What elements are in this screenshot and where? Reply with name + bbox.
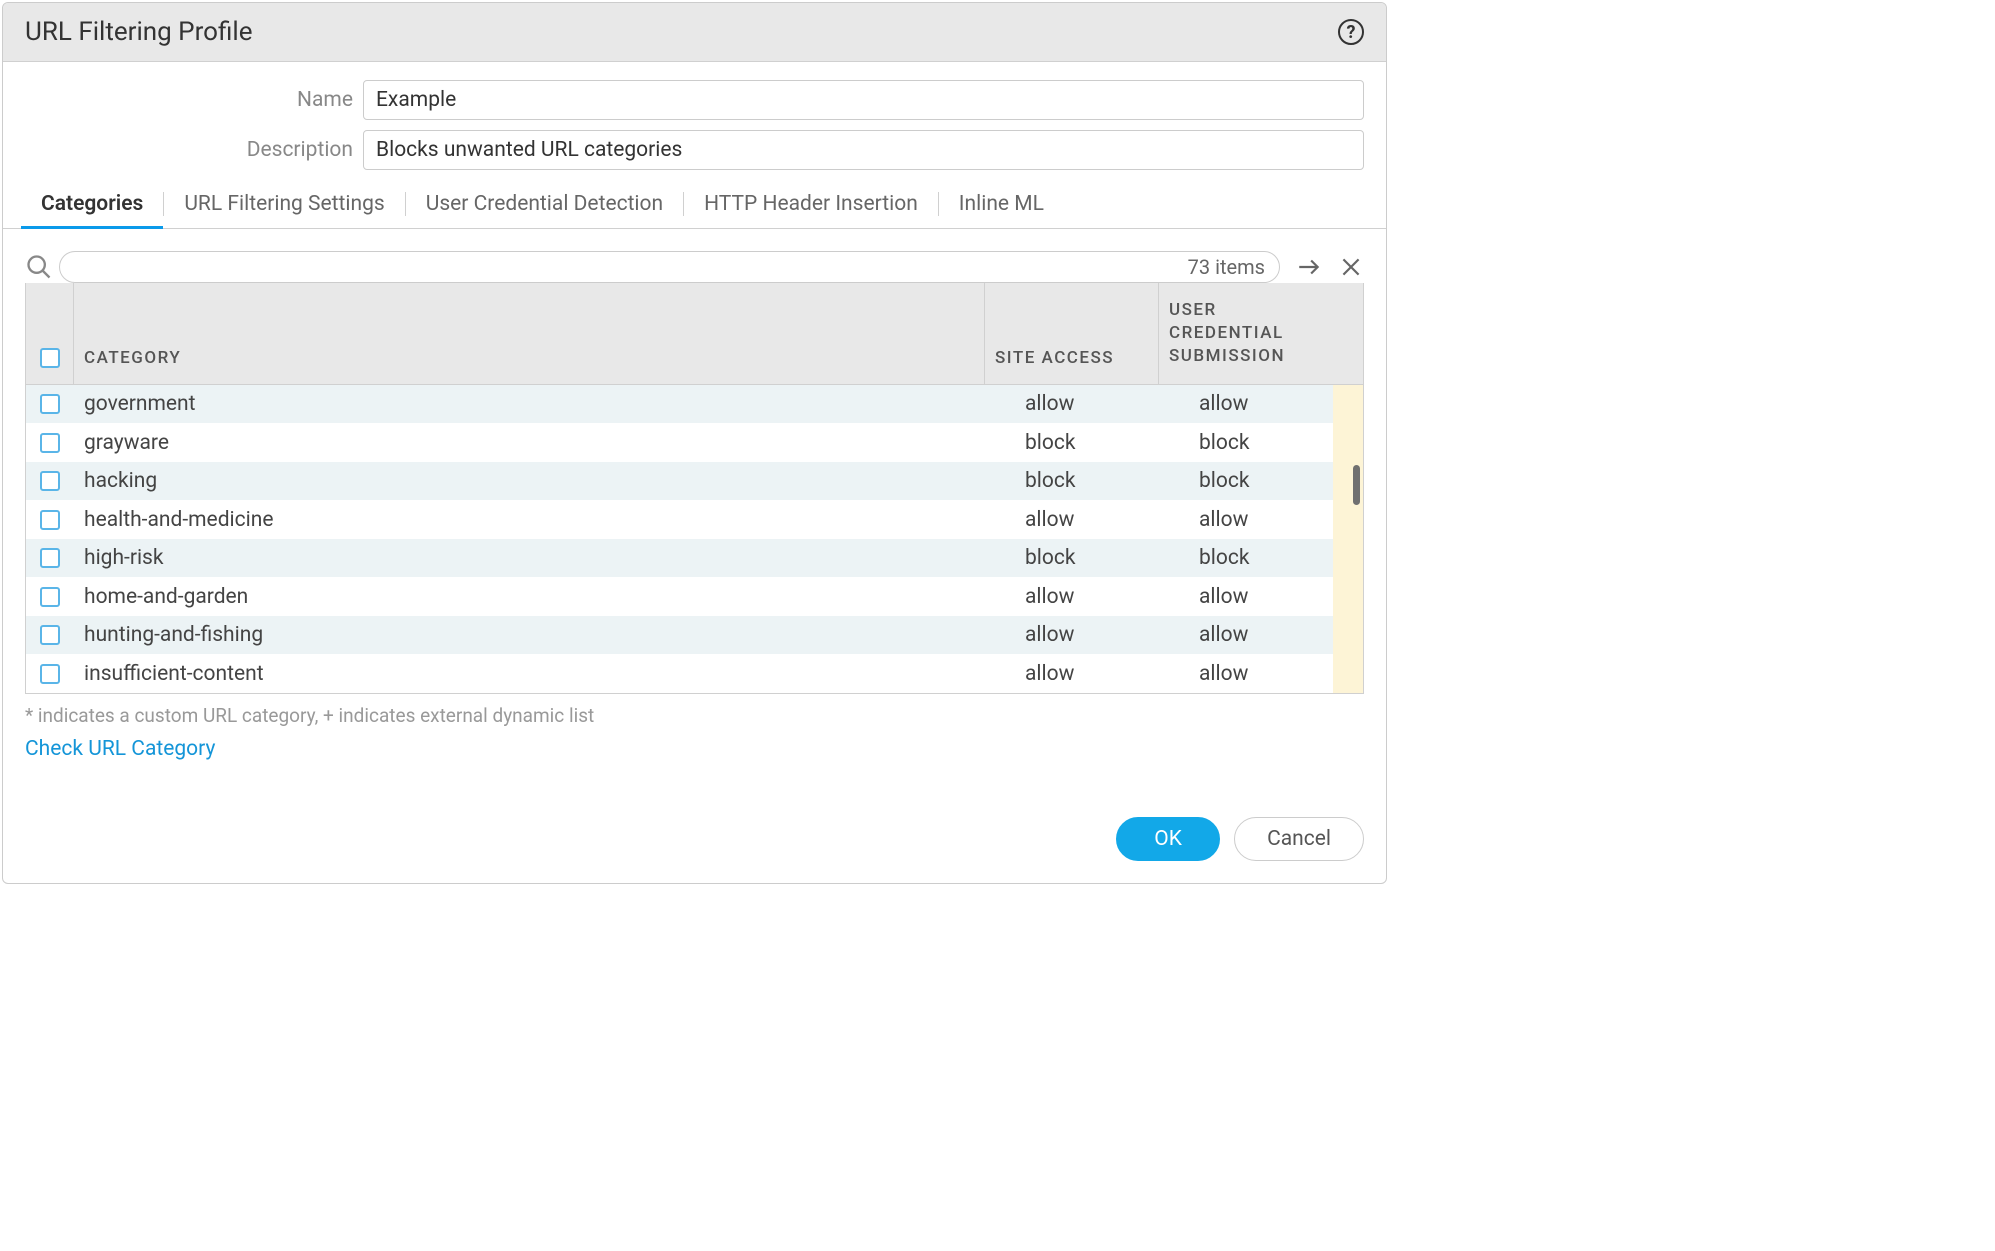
table-row[interactable]: graywareblockblock <box>26 423 1363 462</box>
category-cell: home-and-garden <box>74 577 1015 616</box>
category-cell: government <box>74 385 1015 424</box>
row-check-cell <box>26 616 74 655</box>
column-category[interactable]: CATEGORY <box>74 283 985 384</box>
cancel-button[interactable]: Cancel <box>1234 817 1364 861</box>
row-checkbox[interactable] <box>40 394 60 414</box>
site-access-cell[interactable]: allow <box>1015 654 1189 693</box>
category-cell: grayware <box>74 423 1015 462</box>
category-cell: health-and-medicine <box>74 500 1015 539</box>
row-checkbox[interactable] <box>40 471 60 491</box>
name-input[interactable] <box>363 80 1364 120</box>
tab-categories[interactable]: Categories <box>21 180 163 228</box>
row-checkbox[interactable] <box>40 587 60 607</box>
table-row[interactable]: high-riskblockblock <box>26 539 1363 578</box>
row-checkbox[interactable] <box>40 664 60 684</box>
check-url-category-link[interactable]: Check URL Category <box>3 731 1386 767</box>
row-check-cell <box>26 423 74 462</box>
table-row[interactable]: insufficient-contentallowallow <box>26 654 1363 693</box>
description-input[interactable] <box>363 130 1364 170</box>
category-cell: hacking <box>74 462 1015 501</box>
table-row[interactable]: home-and-gardenallowallow <box>26 577 1363 616</box>
search-input[interactable] <box>74 255 1180 279</box>
grid-body: governmentallowallowgraywareblockblockha… <box>26 385 1363 693</box>
row-check-cell <box>26 500 74 539</box>
site-access-cell[interactable]: allow <box>1015 616 1189 655</box>
select-all-checkbox[interactable] <box>40 348 60 368</box>
ok-button[interactable]: OK <box>1116 817 1220 861</box>
dialog-title: URL Filtering Profile <box>25 17 253 47</box>
column-user-credential-submission[interactable]: USER CREDENTIAL SUBMISSION <box>1159 283 1333 384</box>
row-checkbox[interactable] <box>40 510 60 530</box>
close-icon[interactable] <box>1338 254 1364 280</box>
row-check-cell <box>26 539 74 578</box>
site-access-cell[interactable]: block <box>1015 462 1189 501</box>
row-checkbox[interactable] <box>40 433 60 453</box>
scrollbar-track[interactable] <box>1333 385 1363 693</box>
site-access-cell[interactable]: block <box>1015 539 1189 578</box>
description-label: Description <box>25 138 363 162</box>
site-access-cell[interactable]: allow <box>1015 577 1189 616</box>
tab-inline-ml[interactable]: Inline ML <box>939 180 1064 228</box>
search-icon <box>25 253 53 281</box>
site-access-cell[interactable]: allow <box>1015 385 1189 424</box>
dialog-footer: OK Cancel <box>3 767 1386 883</box>
search-wrap: 73 items <box>59 251 1280 283</box>
select-all-cell <box>26 283 74 384</box>
item-count: 73 items <box>1188 255 1265 279</box>
form-section: Name Description <box>3 62 1386 170</box>
tab-user-credential-detection[interactable]: User Credential Detection <box>406 180 683 228</box>
name-row: Name <box>25 80 1364 120</box>
footnote: * indicates a custom URL category, + ind… <box>3 694 1386 731</box>
tab-http-header-insertion[interactable]: HTTP Header Insertion <box>684 180 938 228</box>
category-cell: high-risk <box>74 539 1015 578</box>
row-check-cell <box>26 577 74 616</box>
arrow-right-icon[interactable] <box>1296 254 1322 280</box>
table-row[interactable]: governmentallowallow <box>26 385 1363 424</box>
site-access-cell[interactable]: allow <box>1015 500 1189 539</box>
name-label: Name <box>25 88 363 112</box>
table-row[interactable]: health-and-medicineallowallow <box>26 500 1363 539</box>
description-row: Description <box>25 130 1364 170</box>
scrollbar-thumb[interactable] <box>1353 465 1360 505</box>
row-checkbox[interactable] <box>40 548 60 568</box>
column-site-access[interactable]: SITE ACCESS <box>985 283 1159 384</box>
grid-toolbar: 73 items <box>25 243 1364 283</box>
row-check-cell <box>26 385 74 424</box>
row-checkbox[interactable] <box>40 625 60 645</box>
category-cell: insufficient-content <box>74 654 1015 693</box>
row-check-cell <box>26 654 74 693</box>
table-row[interactable]: hackingblockblock <box>26 462 1363 501</box>
tab-url-filtering-settings[interactable]: URL Filtering Settings <box>164 180 404 228</box>
grid-header: CATEGORY SITE ACCESS USER CREDENTIAL SUB… <box>26 283 1363 385</box>
row-check-cell <box>26 462 74 501</box>
category-cell: hunting-and-fishing <box>74 616 1015 655</box>
dialog-header: URL Filtering Profile ? <box>3 3 1386 62</box>
help-icon[interactable]: ? <box>1338 19 1364 45</box>
scroll-gutter-header <box>1333 283 1363 384</box>
site-access-cell[interactable]: block <box>1015 423 1189 462</box>
table-row[interactable]: hunting-and-fishingallowallow <box>26 616 1363 655</box>
tab-bar: Categories URL Filtering Settings User C… <box>3 180 1386 229</box>
categories-grid: CATEGORY SITE ACCESS USER CREDENTIAL SUB… <box>25 283 1364 694</box>
url-filtering-profile-dialog: URL Filtering Profile ? Name Description… <box>2 2 1387 884</box>
